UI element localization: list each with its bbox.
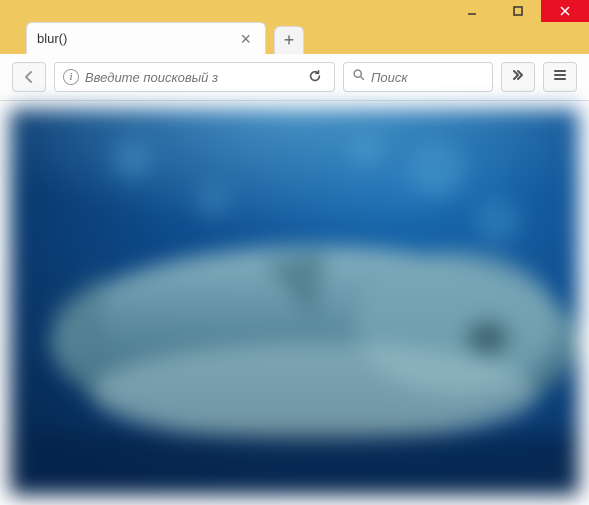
url-bar[interactable]: i (54, 62, 335, 92)
info-icon[interactable]: i (63, 69, 79, 85)
page-content (0, 101, 589, 505)
tab[interactable]: blur() × (26, 22, 266, 54)
blurred-image (10, 109, 579, 495)
tab-row: blur() × + (0, 22, 589, 54)
back-button[interactable] (12, 62, 46, 92)
toolbar: i (0, 54, 589, 101)
search-input[interactable] (371, 70, 484, 85)
minimize-button[interactable] (449, 0, 495, 22)
tab-title: blur() (37, 31, 236, 46)
tab-close-icon[interactable]: × (236, 30, 255, 48)
plus-icon: + (284, 30, 295, 51)
search-bar[interactable] (343, 62, 493, 92)
menu-button[interactable] (543, 62, 577, 92)
reload-button[interactable] (304, 69, 326, 86)
url-input[interactable] (85, 70, 298, 85)
search-icon (352, 68, 365, 86)
chevron-double-right-icon (510, 67, 526, 88)
hamburger-icon (552, 67, 568, 88)
maximize-button[interactable] (495, 0, 541, 22)
overflow-button[interactable] (501, 62, 535, 92)
window-titlebar (0, 0, 589, 22)
new-tab-button[interactable]: + (274, 26, 304, 54)
close-button[interactable] (541, 0, 589, 22)
browser-window: blur() × + i (0, 0, 589, 505)
